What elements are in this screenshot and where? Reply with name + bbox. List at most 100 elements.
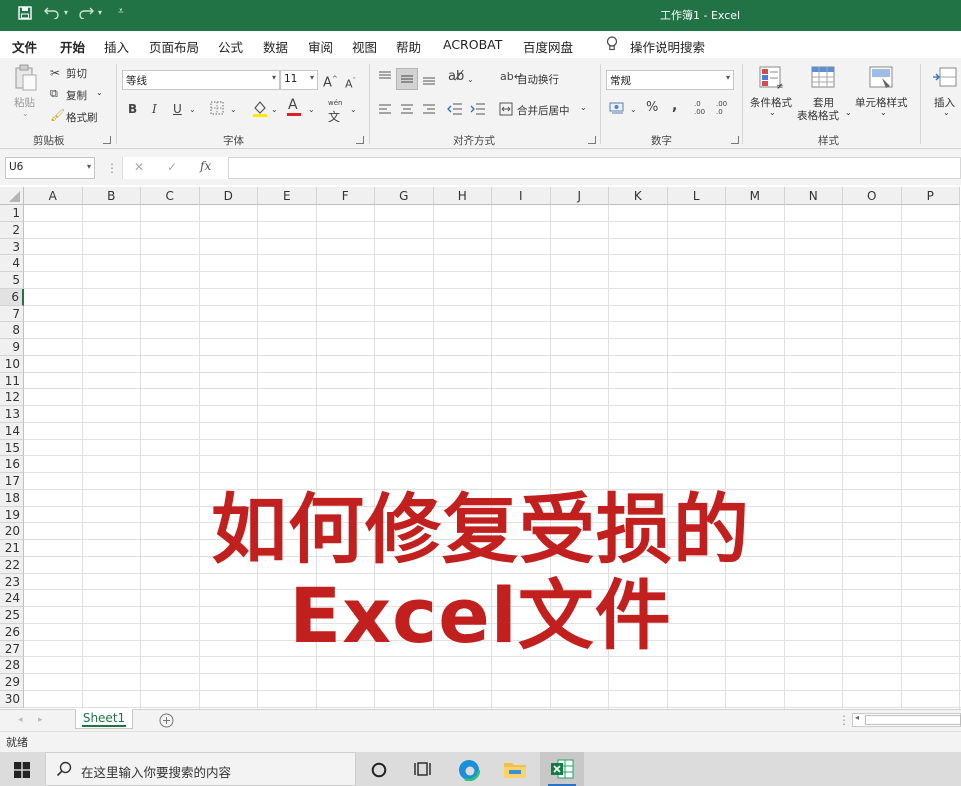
tab-split-handle-icon[interactable]: ⋮	[838, 713, 850, 727]
orientation-dropdown-icon[interactable]: ⌄	[467, 73, 474, 87]
tell-me-search[interactable]: 操作说明搜索	[630, 37, 705, 56]
column-header-b[interactable]: B	[82, 187, 141, 205]
decrease-indent-icon[interactable]	[447, 102, 463, 119]
row-header-9[interactable]: 9	[0, 339, 24, 356]
column-header-f[interactable]: F	[316, 187, 375, 205]
tab-insert[interactable]: 插入	[104, 37, 129, 56]
row-header-14[interactable]: 14	[0, 422, 24, 440]
font-color-icon[interactable]: A	[287, 98, 301, 116]
orientation-icon[interactable]: ab̸	[448, 70, 464, 84]
row-header-8[interactable]: 8	[0, 322, 24, 339]
insert-cells-dropdown-icon[interactable]: ⌄	[943, 108, 950, 117]
font-name-select[interactable]: 等线 ▾	[122, 70, 280, 90]
column-header-n[interactable]: N	[784, 187, 843, 205]
row-header-29[interactable]: 29	[0, 674, 24, 691]
align-left-icon[interactable]	[378, 103, 392, 118]
borders-icon[interactable]	[210, 101, 224, 118]
merge-center-button[interactable]: 合并后居中	[517, 103, 570, 118]
conditional-dropdown-icon[interactable]: ⌄	[769, 108, 776, 117]
accounting-format-icon[interactable]	[609, 101, 625, 118]
align-bottom-icon[interactable]	[422, 72, 436, 89]
row-header-4[interactable]: 4	[0, 255, 24, 272]
confirm-entry-button[interactable]: ✓	[167, 160, 177, 174]
alignment-launcher-icon[interactable]	[588, 136, 596, 144]
scroll-sheets-right-icon[interactable]: ▸	[38, 713, 43, 727]
percent-button[interactable]: %	[646, 101, 658, 115]
undo-dropdown-icon[interactable]: ▾	[64, 8, 68, 17]
number-launcher-icon[interactable]	[731, 136, 739, 144]
redo-dropdown-icon[interactable]: ▾	[98, 8, 102, 17]
windows-logo-icon[interactable]	[14, 762, 30, 781]
row-header-28[interactable]: 28	[0, 657, 24, 674]
scroll-left-arrow-icon[interactable]: ◂	[855, 713, 859, 722]
column-header-a[interactable]: A	[24, 187, 83, 205]
column-header-h[interactable]: H	[433, 187, 492, 205]
tab-formulas[interactable]: 公式	[218, 37, 243, 56]
row-header-15[interactable]: 15	[0, 439, 24, 457]
format-painter-button[interactable]: 格式刷	[66, 110, 98, 125]
decrease-font-size-button[interactable]: Aˇ	[345, 74, 356, 92]
column-header-m[interactable]: M	[726, 187, 785, 205]
phonetic-dropdown-icon[interactable]: ⌄	[350, 103, 357, 117]
file-explorer-icon[interactable]	[503, 759, 527, 782]
column-header-i[interactable]: I	[492, 187, 551, 205]
formula-bar-options-icon[interactable]: ⋮	[106, 161, 118, 175]
insert-function-button[interactable]: fx	[200, 159, 211, 173]
row-header-16[interactable]: 16	[0, 456, 24, 473]
tab-acrobat[interactable]: ACROBAT	[443, 37, 502, 52]
cancel-entry-button[interactable]: ✕	[134, 160, 144, 174]
formula-input[interactable]	[228, 157, 961, 179]
row-header-7[interactable]: 7	[0, 305, 24, 323]
paste-dropdown-icon[interactable]: ⌄	[22, 109, 29, 118]
underline-dropdown-icon[interactable]: ⌄	[189, 103, 196, 117]
increase-indent-icon[interactable]	[470, 102, 486, 119]
fill-color-icon[interactable]	[252, 99, 268, 120]
align-top-icon[interactable]	[378, 70, 392, 87]
wrap-text-button[interactable]: 自动换行	[517, 72, 559, 87]
column-header-p[interactable]: P	[901, 187, 960, 205]
tab-file[interactable]: 文件	[12, 37, 37, 56]
accounting-dropdown-icon[interactable]: ⌄	[630, 103, 637, 117]
copy-dropdown-icon[interactable]: ⌄	[96, 88, 103, 97]
row-header-6[interactable]: 6	[0, 288, 24, 306]
undo-icon[interactable]	[44, 5, 60, 23]
decrease-decimal-button[interactable]: .00 .0	[716, 100, 727, 116]
increase-font-size-button[interactable]: A^	[323, 72, 338, 90]
bold-button[interactable]: B	[128, 102, 137, 116]
row-header-13[interactable]: 13	[0, 406, 24, 423]
add-sheet-icon[interactable]	[159, 713, 174, 731]
align-center-icon[interactable]	[400, 103, 414, 118]
align-middle-icon[interactable]	[396, 68, 418, 90]
underline-button[interactable]: U	[173, 102, 182, 116]
tab-home[interactable]: 开始	[60, 37, 86, 62]
align-right-icon[interactable]	[422, 103, 436, 118]
italic-button[interactable]: I	[152, 102, 157, 116]
row-header-10[interactable]: 10	[0, 355, 24, 373]
row-header-11[interactable]: 11	[0, 372, 24, 390]
save-icon[interactable]	[18, 6, 32, 24]
task-view-icon[interactable]	[414, 761, 432, 780]
select-all-button[interactable]	[0, 187, 24, 205]
number-format-select[interactable]: 常规 ▾	[606, 70, 734, 90]
increase-decimal-button[interactable]: .0 .00	[694, 100, 705, 116]
clipboard-launcher-icon[interactable]	[103, 136, 111, 144]
column-header-l[interactable]: L	[667, 187, 726, 205]
tab-data[interactable]: 数据	[263, 37, 288, 56]
task-view-cortana-icon[interactable]	[371, 762, 387, 781]
fill-color-dropdown-icon[interactable]: ⌄	[271, 103, 278, 117]
scroll-sheets-left-icon[interactable]: ◂	[18, 713, 23, 727]
font-launcher-icon[interactable]	[356, 136, 364, 144]
format-as-table-dropdown-icon[interactable]: ⌄	[845, 108, 852, 117]
taskbar-search-box[interactable]: 在这里输入你要搜索的内容	[45, 752, 356, 786]
tab-review[interactable]: 审阅	[308, 37, 333, 56]
taskbar-excel-active[interactable]	[540, 752, 584, 786]
font-color-dropdown-icon[interactable]: ⌄	[308, 103, 315, 117]
row-header-1[interactable]: 1	[0, 205, 24, 222]
cell-styles-dropdown-icon[interactable]: ⌄	[880, 108, 887, 117]
tab-baidu-netdisk[interactable]: 百度网盘	[523, 37, 573, 56]
column-header-k[interactable]: K	[609, 187, 668, 205]
edge-browser-icon[interactable]	[457, 758, 481, 784]
worksheet-grid[interactable]: ABCDEFGHIJKLMNOP 1 2 3 4 5 6 7 8 9 10 11 12 13 14 15 16…	[0, 187, 961, 709]
row-header-3[interactable]: 3	[0, 238, 24, 256]
column-header-d[interactable]: D	[199, 187, 258, 205]
